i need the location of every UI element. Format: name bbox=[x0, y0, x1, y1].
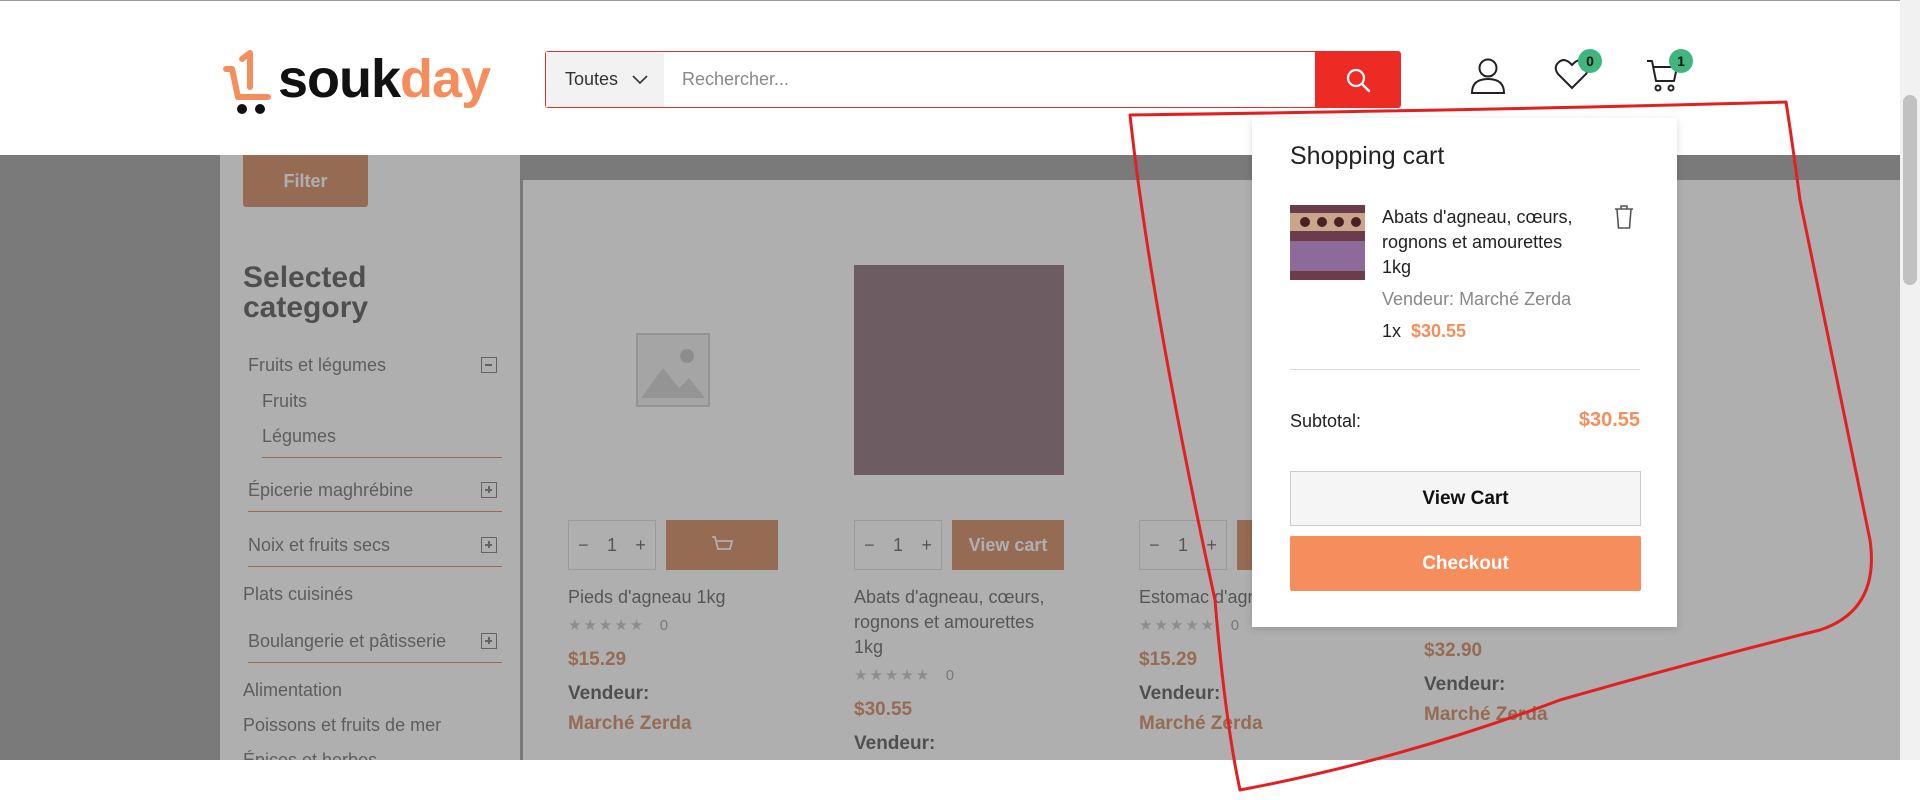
sidebar-item-epices[interactable]: Épices et herbes bbox=[243, 750, 497, 760]
trash-icon bbox=[1615, 205, 1633, 229]
sidebar-item-alimentation[interactable]: Alimentation bbox=[243, 680, 497, 701]
view-cart-button[interactable]: View Cart bbox=[1290, 471, 1641, 526]
vendor-link[interactable]: Marché Zerda bbox=[1139, 713, 1263, 735]
category-select-value: Toutes bbox=[565, 69, 619, 89]
sidebar-item-poissons[interactable]: Poissons et fruits de mer bbox=[243, 715, 497, 736]
product-image[interactable] bbox=[854, 265, 1064, 475]
sidebar: Filter Selected category Fruits et légum… bbox=[220, 155, 520, 760]
divider bbox=[1290, 369, 1640, 370]
user-icon bbox=[1470, 58, 1506, 94]
quantity-stepper[interactable]: −1 + bbox=[1139, 520, 1227, 570]
product-card: −1 + Pieds d'agneau 1kg ★★★★★ 0 $15.29 Ve… bbox=[568, 180, 778, 734]
star-rating: ★★★★★ bbox=[568, 617, 646, 634]
category-select[interactable]: Toutes bbox=[546, 52, 664, 107]
product-price: $30.55 bbox=[854, 699, 913, 720]
wishlist-button[interactable]: 0 bbox=[1554, 49, 1602, 96]
subtotal-label: Subtotal: bbox=[1290, 411, 1362, 431]
product-price: $15.29 bbox=[568, 649, 627, 670]
chevron-down-icon bbox=[632, 74, 648, 84]
qty-row: −1 + View cart bbox=[854, 520, 1064, 570]
remove-item-button[interactable] bbox=[1612, 204, 1636, 235]
product-card: −1 + View cart Abats d'agneau, cœurs, rog… bbox=[854, 180, 1064, 754]
collapse-icon[interactable] bbox=[481, 357, 497, 373]
search-input[interactable] bbox=[664, 52, 1315, 107]
checkout-button[interactable]: Checkout bbox=[1290, 536, 1641, 591]
cart-title: Shopping cart bbox=[1290, 142, 1445, 170]
expand-icon[interactable] bbox=[481, 633, 497, 649]
product-price: $32.90 bbox=[1424, 640, 1483, 661]
product-photo bbox=[1290, 205, 1365, 280]
cart-button[interactable]: 1 bbox=[1645, 49, 1693, 98]
logo-text-day: day bbox=[400, 49, 491, 109]
product-image-placeholder[interactable] bbox=[568, 265, 778, 475]
search-icon bbox=[1346, 68, 1370, 92]
scrollbar-thumb[interactable] bbox=[1903, 95, 1917, 285]
view-cart-button[interactable]: View cart bbox=[952, 520, 1064, 570]
cart-item-thumbnail[interactable] bbox=[1290, 205, 1365, 280]
search-bar: Toutes bbox=[545, 51, 1401, 108]
search-button[interactable] bbox=[1315, 52, 1400, 107]
product-price: $15.29 bbox=[1139, 649, 1198, 670]
cart-item-price: $30.55 bbox=[1411, 321, 1467, 341]
page-bottom bbox=[0, 760, 1920, 800]
wishlist-count-badge: 0 bbox=[1578, 49, 1602, 73]
add-cart-icon bbox=[712, 536, 733, 550]
logo-text-souk: souk bbox=[278, 49, 401, 109]
sidebar-item-fruits[interactable]: Fruits bbox=[262, 391, 516, 412]
product-name[interactable]: Pieds d'agneau 1kg bbox=[568, 585, 726, 610]
logo[interactable]: souk day bbox=[220, 39, 491, 119]
sidebar-item-noix[interactable]: Noix et fruits secs bbox=[248, 535, 502, 567]
product-name[interactable]: Estomac d'agn bbox=[1139, 585, 1263, 610]
star-rating: ★★★★★ bbox=[1139, 617, 1217, 634]
sidebar-item-boulangerie[interactable]: Boulangerie et pâtisserie bbox=[248, 631, 502, 663]
cart-count-badge: 1 bbox=[1669, 49, 1693, 73]
cart-item-quantity: 1x $30.55 bbox=[1382, 321, 1467, 341]
sidebar-item-fruits-legumes[interactable]: Fruits et légumes bbox=[248, 355, 502, 376]
expand-icon[interactable] bbox=[481, 482, 497, 498]
product-name[interactable]: Abats d'agneau, cœurs, rognons et amoure… bbox=[854, 585, 1064, 660]
quantity-stepper[interactable]: −1 + bbox=[854, 520, 942, 570]
selected-category-title: Selected category bbox=[243, 261, 369, 324]
cart-item-name[interactable]: Abats d'agneau, cœurs, rognons et amoure… bbox=[1382, 205, 1592, 280]
expand-icon[interactable] bbox=[481, 537, 497, 553]
add-to-cart-button[interactable] bbox=[666, 520, 778, 570]
sidebar-item-epicerie[interactable]: Épicerie maghrébine bbox=[248, 480, 502, 512]
product-grid: −1 + Pieds d'agneau 1kg ★★★★★ 0 $15.29 Ve… bbox=[523, 180, 1900, 760]
filter-button[interactable]: Filter bbox=[243, 155, 368, 207]
cart-dropdown: Shopping cart Abats d'agneau, cœurs, rog… bbox=[1252, 118, 1677, 627]
qty-row: −1 + bbox=[568, 520, 778, 570]
cart-logo-icon bbox=[223, 50, 271, 114]
account-button[interactable] bbox=[1470, 57, 1506, 100]
subtotal-value: $30.55 bbox=[1578, 409, 1640, 431]
page: souk day Toutes Rechercher... 0 1 Filter… bbox=[0, 0, 1920, 800]
sidebar-item-plats[interactable]: Plats cuisinés bbox=[243, 584, 497, 605]
vendor-link[interactable]: Marché Zerda bbox=[1424, 704, 1548, 726]
sidebar-item-legumes[interactable]: Légumes bbox=[262, 426, 502, 458]
quantity-stepper[interactable]: −1 + bbox=[568, 520, 656, 570]
image-placeholder-icon bbox=[636, 333, 710, 407]
vendor-link[interactable]: Marché Zerda bbox=[568, 713, 726, 735]
cart-item-vendor: Vendeur: Marché Zerda bbox=[1382, 289, 1572, 309]
scrollbar[interactable] bbox=[1900, 0, 1920, 760]
star-rating: ★★★★★ bbox=[854, 667, 932, 684]
